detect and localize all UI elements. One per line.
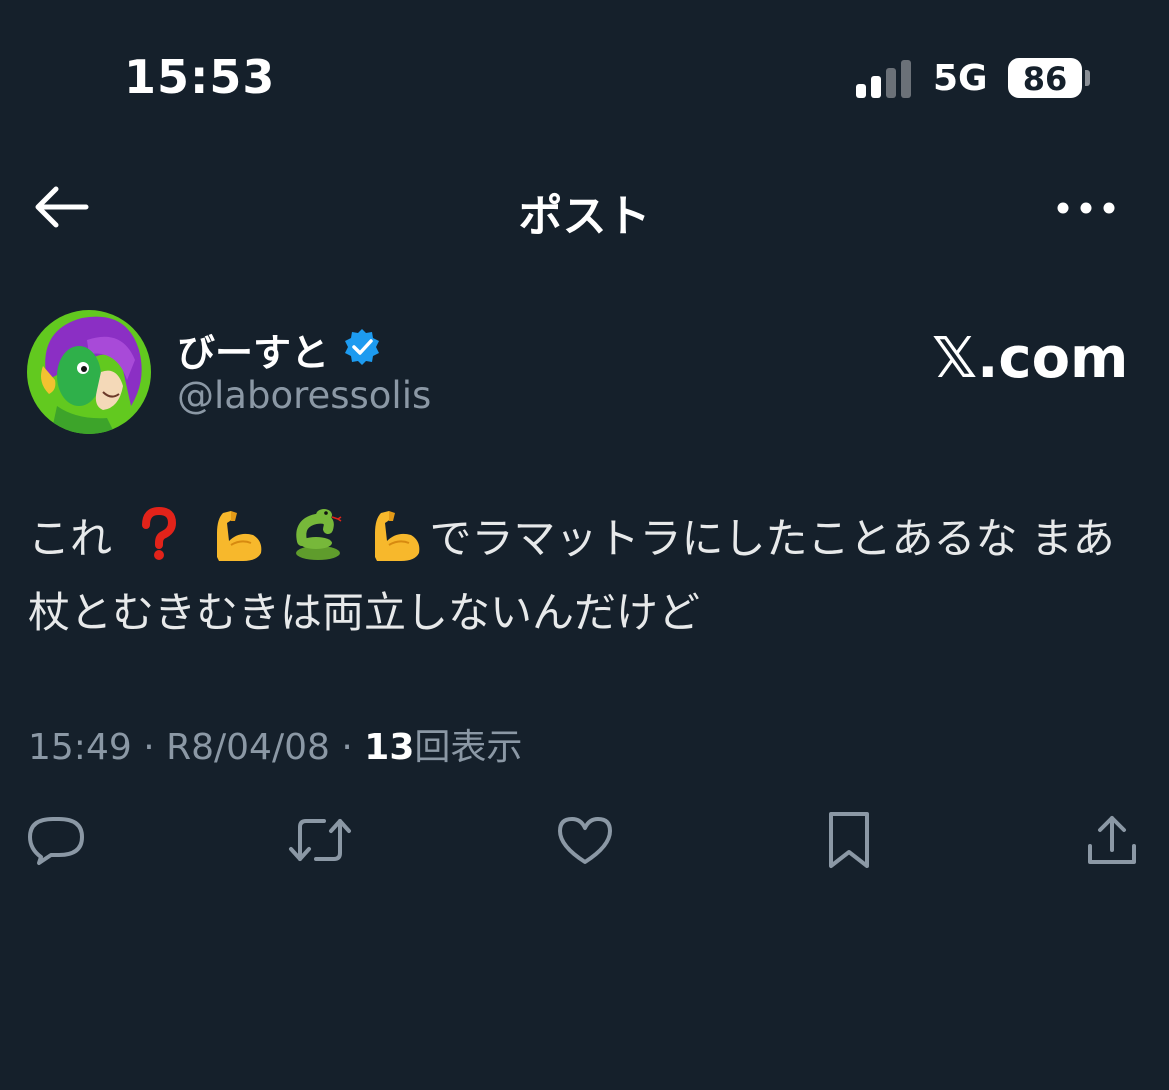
avatar[interactable] xyxy=(27,310,151,434)
like-button[interactable] xyxy=(553,808,617,872)
bookmark-icon xyxy=(829,812,869,868)
post-text: これ でラマットラにしたことあるな まあ杖とむきむきは両立しないんだけど xyxy=(28,502,1138,650)
more-horizontal-icon xyxy=(1057,202,1115,214)
post-detail-screen: 15:53 5G 86 ポスト びーすと @laboressolis 𝕏.com… xyxy=(0,0,1169,1090)
reply-button[interactable] xyxy=(24,808,88,872)
views-label: 回表示 xyxy=(414,727,523,768)
post-date: R8/04/08 xyxy=(166,727,330,768)
network-type: 5G xyxy=(933,58,988,99)
cellular-signal-icon xyxy=(856,58,916,98)
status-time: 15:53 xyxy=(124,50,276,104)
post-meta: 15:49 · R8/04/08 · 13回表示 xyxy=(28,718,522,770)
meta-separator: · xyxy=(143,727,155,768)
meta-separator: · xyxy=(341,727,353,768)
flexed-biceps-emoji xyxy=(375,511,420,561)
retweet-button[interactable] xyxy=(288,808,352,872)
snake-emoji xyxy=(296,509,342,560)
like-icon xyxy=(558,817,612,864)
bookmark-button[interactable] xyxy=(817,808,881,872)
share-button[interactable] xyxy=(1080,808,1144,872)
post-text-start: これ xyxy=(28,514,113,563)
more-options-button[interactable] xyxy=(1054,186,1118,230)
flexed-biceps-emoji xyxy=(216,511,262,561)
battery-icon: 86 xyxy=(1008,58,1082,98)
question-mark-emoji xyxy=(142,506,177,560)
share-icon xyxy=(1088,816,1136,864)
post-time: 15:49 xyxy=(28,727,132,768)
x-com-text: 𝕏.com xyxy=(932,325,1129,391)
battery-nub xyxy=(1085,70,1090,86)
retweet-icon xyxy=(289,819,351,861)
display-name[interactable]: びーすと xyxy=(177,322,329,377)
post-text-end: でラマットラにしたことあるな まあ杖とむきむきは両立しないんだけど xyxy=(28,514,1115,637)
reply-icon xyxy=(28,817,84,865)
page-title: ポスト xyxy=(518,191,651,242)
x-com-watermark: 𝕏.com xyxy=(932,325,1129,391)
avatar-image xyxy=(27,310,151,434)
user-handle[interactable]: @laboressolis xyxy=(177,374,431,417)
battery-level: 86 xyxy=(1022,60,1068,98)
verified-badge-icon xyxy=(345,329,379,365)
views-count[interactable]: 13 xyxy=(364,727,414,768)
